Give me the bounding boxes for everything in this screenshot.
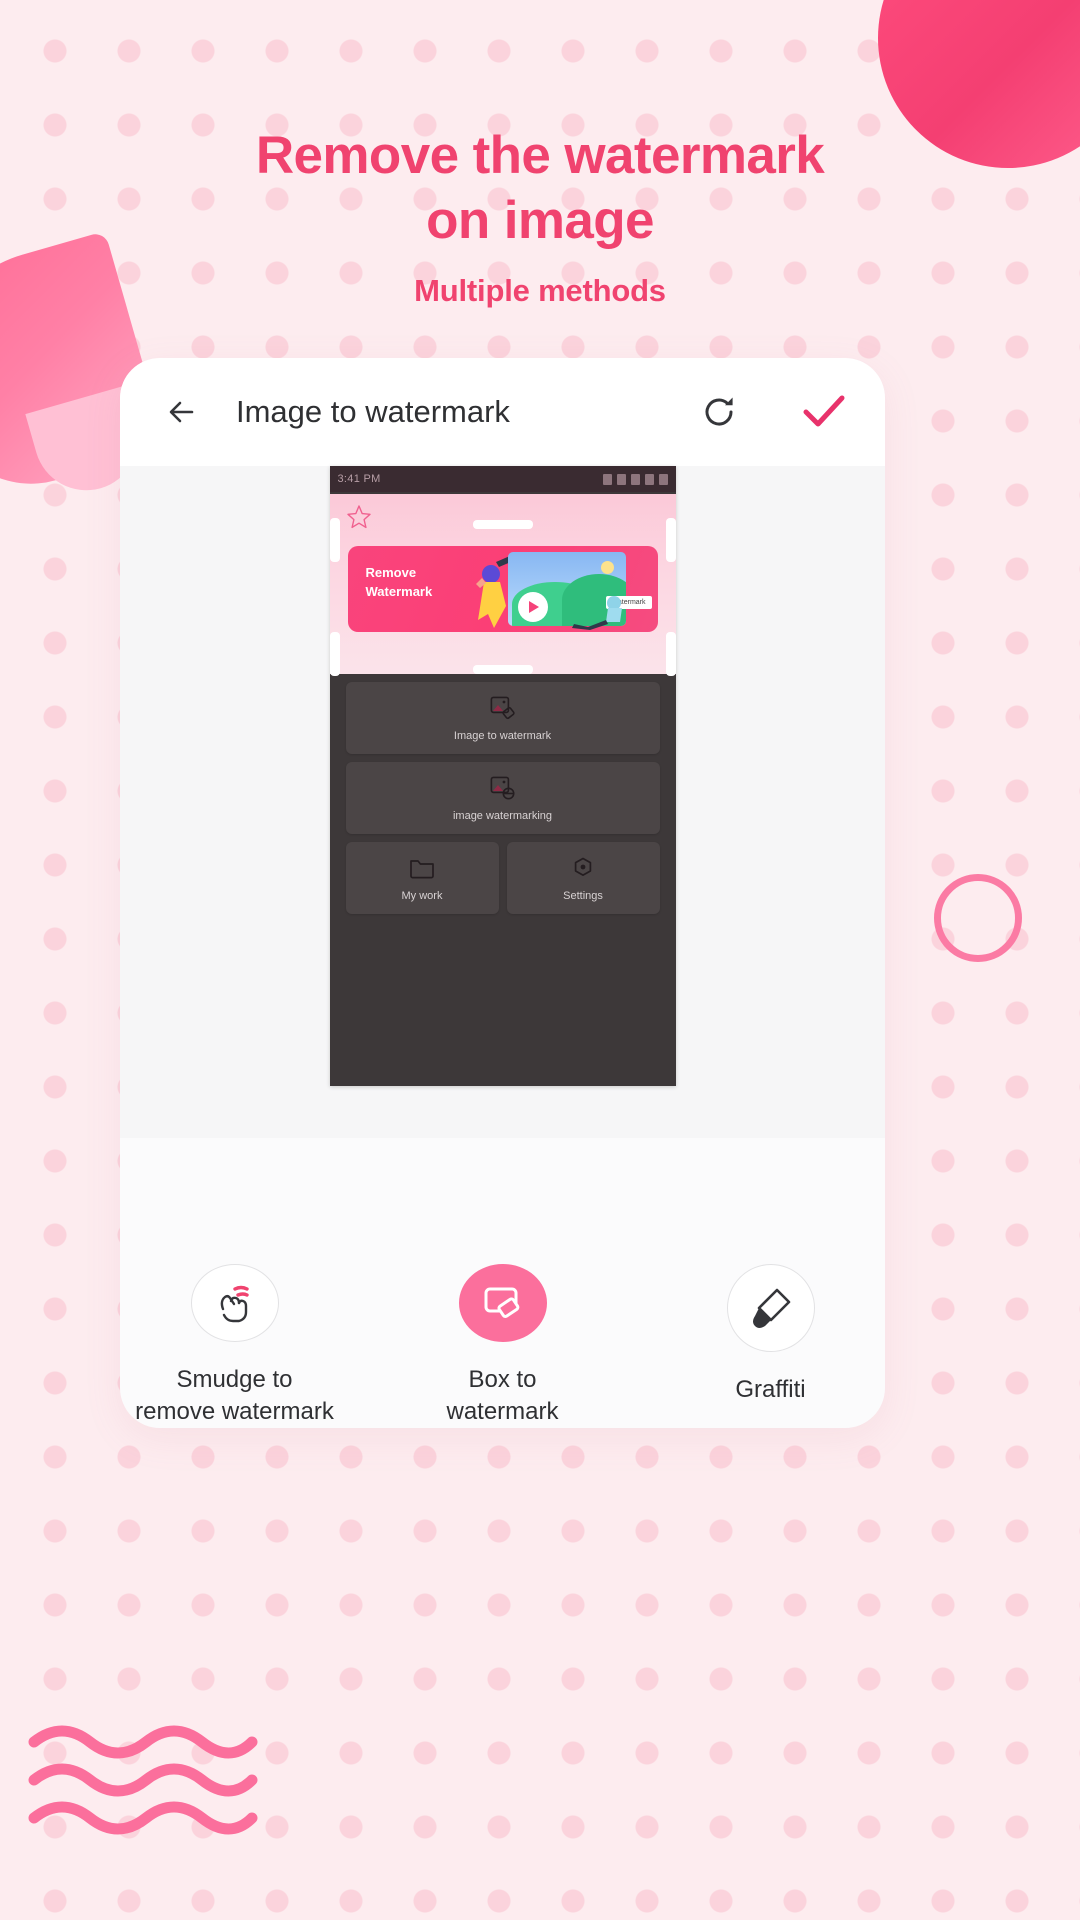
box-eraser-icon — [484, 1287, 519, 1318]
sun-icon — [600, 561, 614, 574]
decorative-ring-right — [934, 874, 1022, 962]
editor-canvas[interactable]: 3:41 PM Remove Watermark Watermark Image… — [120, 466, 885, 1138]
tool-graffiti[interactable]: Graffiti — [678, 1264, 864, 1428]
tool-box-to-watermark[interactable]: Box to watermark — [410, 1264, 596, 1428]
decorative-waves-icon — [28, 1725, 258, 1835]
promo-headline-line-1: Remove the watermark — [255, 126, 825, 185]
folder-icon — [410, 860, 434, 879]
crop-handle-bottom-middle[interactable] — [472, 665, 533, 674]
wifi-icon — [644, 473, 654, 485]
app-header: Image to watermark — [120, 358, 885, 466]
promo-headline-line-2: on image — [426, 190, 654, 250]
inner-menu-empty-area — [329, 982, 676, 1086]
app-header-title: Image to watermark — [236, 394, 510, 429]
screenshot-icon — [630, 473, 640, 485]
tool-label: Smudge to remove watermark — [135, 1365, 334, 1425]
image-stamp-icon — [490, 776, 514, 800]
inner-menu-item-image-to-watermark[interactable]: Image to watermark — [345, 682, 660, 754]
inner-status-time: 3:41 PM — [337, 473, 381, 485]
bluetooth-icon — [602, 473, 612, 485]
tool-label: Graffiti — [735, 1376, 806, 1403]
inner-banner-title-line-1: Remove — [365, 565, 417, 580]
edited-screenshot-image[interactable]: 3:41 PM Remove Watermark Watermark Image… — [329, 466, 676, 1086]
gear-icon — [574, 857, 592, 876]
inner-menu-row: My work Settings — [345, 842, 660, 922]
smudge-hand-icon — [220, 1285, 249, 1323]
check-icon[interactable] — [801, 392, 847, 432]
crop-handle-top-right[interactable] — [665, 518, 676, 562]
promo-subheadline: Multiple methods — [414, 273, 666, 309]
tool-graffiti-circle[interactable] — [726, 1264, 815, 1352]
promo-headline: Remove the watermark on image — [0, 124, 1080, 253]
inner-status-bar: 3:41 PM — [329, 466, 676, 492]
promo-headline-block: Remove the watermark on image Multiple m… — [0, 124, 1080, 309]
phone-mockup: Image to watermark 3:41 PM Remove Waterm… — [120, 358, 885, 1428]
inner-menu-item-settings[interactable]: Settings — [506, 842, 660, 914]
inner-menu-item-my-work[interactable]: My work — [345, 842, 499, 914]
crop-handle-bottom-right[interactable] — [665, 632, 676, 676]
alarm-icon — [616, 473, 626, 485]
crop-handle-top-left[interactable] — [329, 518, 340, 562]
inner-banner-area: Remove Watermark Watermark — [329, 494, 676, 676]
tool-smudge-to-remove-watermark[interactable]: Smudge to remove watermark — [135, 1264, 334, 1428]
inner-menu-item-label: My work — [401, 890, 443, 902]
inner-promo-banner: Remove Watermark Watermark — [347, 546, 658, 632]
inner-menu-item-image-watermarking[interactable]: image watermarking — [345, 762, 660, 834]
inner-banner-title-line-2: Watermark — [365, 583, 433, 599]
inner-menu-item-label: Settings — [563, 890, 603, 902]
play-icon — [517, 592, 548, 622]
arrow-left-icon[interactable] — [160, 389, 206, 435]
inner-status-icons — [602, 473, 668, 485]
person-illustration-right — [571, 596, 622, 630]
crop-handle-top-middle[interactable] — [472, 520, 533, 529]
inner-menu-list: Image to watermark image watermarking My… — [330, 674, 676, 922]
inner-banner-title: Remove Watermark — [366, 564, 433, 602]
tool-label: Box to watermark — [446, 1365, 559, 1425]
star-icon — [346, 505, 371, 529]
brush-icon — [752, 1288, 790, 1328]
tool-box-circle[interactable] — [458, 1264, 547, 1342]
crop-handle-bottom-left[interactable] — [329, 632, 340, 676]
inner-menu-item-label: Image to watermark — [453, 730, 552, 742]
tool-smudge-circle[interactable] — [190, 1264, 279, 1342]
battery-icon — [658, 473, 668, 485]
inner-menu-item-label: image watermarking — [452, 810, 553, 822]
image-tag-icon — [490, 696, 515, 720]
editor-toolbar: Smudge to remove watermark Box to waterm… — [120, 1248, 885, 1428]
refresh-icon[interactable] — [699, 392, 739, 432]
